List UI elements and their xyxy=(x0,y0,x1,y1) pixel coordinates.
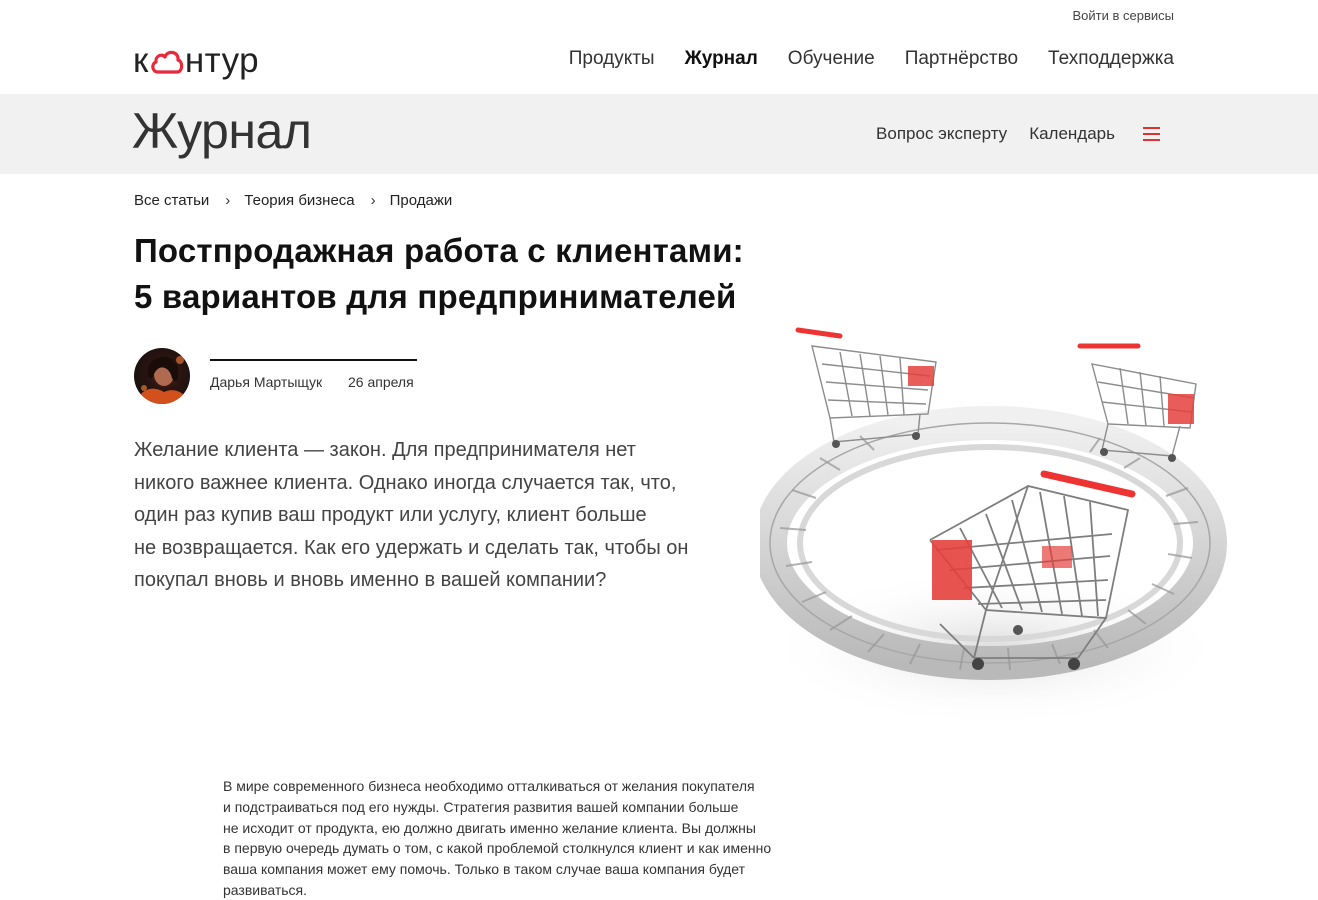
ask-expert-link[interactable]: Вопрос эксперту xyxy=(876,124,1007,144)
author-divider xyxy=(210,359,417,361)
nav-education[interactable]: Обучение xyxy=(788,48,875,70)
main-nav: Продукты Журнал Обучение Партнёрство Тех… xyxy=(569,48,1174,70)
lead-line: не возвращается. Как его удержать и сдел… xyxy=(134,536,689,559)
article-lead: Желание клиента — закон. Для предпринима… xyxy=(134,434,734,597)
journal-bar: Журнал Вопрос эксперту Календарь xyxy=(0,94,1318,174)
article-body: В мире современного бизнеса необходимо о… xyxy=(223,776,843,900)
journal-title[interactable]: Журнал xyxy=(132,102,312,160)
logo-text-end: нтур xyxy=(184,40,260,80)
cloud-icon xyxy=(151,50,184,74)
nav-partnership[interactable]: Партнёрство xyxy=(905,48,1018,70)
chevron-right-icon: › xyxy=(225,192,231,209)
body-line: В мире современного бизнеса необходимо о… xyxy=(223,778,755,794)
author-avatar[interactable] xyxy=(134,348,190,404)
login-services-link[interactable]: Войти в сервисы xyxy=(1073,8,1174,23)
article-date: 26 апреля xyxy=(348,374,414,390)
author-block: Дарья Мартыщук 26 апреля xyxy=(134,348,434,406)
body-line: ваша компания может ему помочь. Только в… xyxy=(223,861,746,878)
breadcrumb-sales[interactable]: Продажи xyxy=(390,192,453,209)
body-line: и подстраиваться под его нужды. Стратеги… xyxy=(223,798,739,815)
nav-products[interactable]: Продукты xyxy=(569,48,655,70)
site-header: к нтур Продукты Журнал Обучение Партнёрс… xyxy=(0,32,1318,94)
body-line: в первую очередь думать о том, с какой п… xyxy=(223,840,772,857)
lead-line: покупал вновь и вновь именно в вашей ком… xyxy=(134,569,607,591)
breadcrumb-business-theory[interactable]: Теория бизнеса xyxy=(244,192,354,209)
breadcrumb-all-articles[interactable]: Все статьи xyxy=(134,192,209,209)
kontur-logo[interactable]: к нтур xyxy=(133,38,259,82)
calendar-link[interactable]: Календарь xyxy=(1029,124,1115,144)
article-title-line: 5 вариантов для предпринимателей xyxy=(134,278,737,315)
body-line: развиваться. xyxy=(223,881,308,898)
nav-journal[interactable]: Журнал xyxy=(685,48,758,70)
journal-nav: Вопрос эксперту Календарь xyxy=(876,124,1160,144)
hamburger-icon[interactable] xyxy=(1143,127,1160,141)
author-name[interactable]: Дарья Мартыщук xyxy=(210,374,322,390)
breadcrumb: Все статьи › Теория бизнеса › Продажи xyxy=(134,192,452,209)
shopping-carts-illustration xyxy=(760,327,1227,728)
body-line: не исходит от продукта, ею должно двигат… xyxy=(223,819,756,836)
logo-text-start: к xyxy=(133,40,149,80)
top-strip: Войти в сервисы xyxy=(0,0,1318,32)
article-title: Постпродажная работа с клиентами: 5 вари… xyxy=(134,228,834,320)
chevron-right-icon: › xyxy=(370,192,376,209)
lead-line: Желание клиента — закон. Для предпринима… xyxy=(134,439,636,461)
nav-support[interactable]: Техподдержка xyxy=(1048,48,1174,70)
lead-line: один раз купив ваш продукт или услугу, к… xyxy=(134,504,647,526)
lead-line: никого важнее клиента. Однако иногда слу… xyxy=(134,471,677,494)
article-title-line: Постпродажная работа с клиентами: xyxy=(134,232,744,269)
